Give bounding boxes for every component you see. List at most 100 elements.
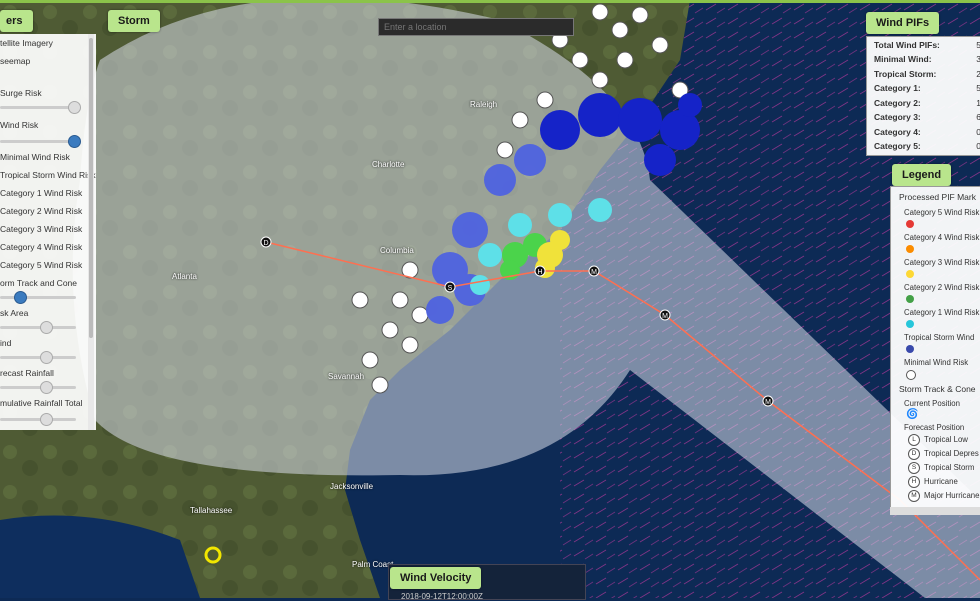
wind-pif-value-cat3: 6: [976, 112, 980, 122]
legend-forecast-major-hurricane: Major Hurricane: [924, 491, 980, 500]
place-label-atlanta: Atlanta: [172, 272, 197, 281]
forecast-icon-s: S: [908, 462, 920, 474]
legend-horizontal-scrollbar[interactable]: [890, 507, 980, 515]
wind-slider[interactable]: [0, 351, 76, 364]
legend-item-cat3: Category 3 Wind Risk: [904, 258, 980, 267]
legend-panel: Processed PIF Mark Category 5 Wind Risk …: [890, 186, 980, 512]
legend-swatch-cat2: [906, 295, 914, 303]
wind-slider-knob[interactable]: [40, 351, 53, 364]
layer-cumulative-rainfall-total[interactable]: mulative Rainfall Total: [0, 398, 83, 408]
legend-swatch-tropical-storm: [906, 345, 914, 353]
layer-risk-area[interactable]: sk Area: [0, 308, 28, 318]
legend-swatch-cat1: [906, 320, 914, 328]
wind-pif-value-cat2: 1: [976, 98, 980, 108]
layer-minimal-wind-risk[interactable]: Minimal Wind Risk: [0, 152, 70, 162]
layer-category-1-wind-risk[interactable]: Category 1 Wind Risk: [0, 188, 82, 198]
legend-item-cat4: Category 4 Wind Risk: [904, 233, 980, 242]
hurricane-icon: 🌀: [906, 409, 919, 420]
forecast-icon-m: M: [908, 490, 920, 502]
cumulative-rainfall-slider-knob[interactable]: [40, 413, 53, 426]
wind-velocity-timestamp: 2018-09-12T12:00:00Z: [401, 592, 483, 601]
legend-forecast-tropical-depression: Tropical Depres: [924, 449, 979, 458]
layer-category-4-wind-risk[interactable]: Category 4 Wind Risk: [0, 242, 82, 252]
storm-tab[interactable]: Storm: [108, 10, 160, 32]
wind-velocity-tab[interactable]: Wind Velocity: [390, 567, 482, 589]
place-label-raleigh: Raleigh: [470, 100, 498, 109]
legend-forecast-position: Forecast Position: [904, 423, 965, 432]
layer-wind[interactable]: ind: [0, 338, 11, 348]
layer-category-2-wind-risk[interactable]: Category 2 Wind Risk: [0, 206, 82, 216]
layer-wind-risk[interactable]: Wind Risk: [0, 120, 38, 130]
layer-storm-track-and-cone[interactable]: orm Track and Cone: [0, 278, 77, 288]
place-label-jacksonville: Jacksonville: [330, 482, 374, 491]
forecast-rainfall-slider-knob[interactable]: [40, 381, 53, 394]
legend-forecast-tropical-storm: Tropical Storm: [924, 463, 975, 472]
wind-pif-label-cat1: Category 1:: [874, 83, 921, 93]
layer-category-5-wind-risk[interactable]: Category 5 Wind Risk: [0, 260, 82, 270]
surge-risk-slider[interactable]: [0, 101, 81, 114]
track-marker-h-label: H: [537, 269, 542, 276]
track-marker-d-label: D: [263, 240, 268, 247]
wind-pif-label-cat2: Category 2:: [874, 98, 921, 108]
place-label-tallahassee: Tallahassee: [190, 506, 233, 515]
layer-basemap[interactable]: seemap: [0, 56, 30, 66]
storm-track-slider[interactable]: [0, 291, 76, 304]
place-label-savannah: Savannah: [328, 372, 365, 381]
top-accent-bar: [0, 0, 980, 3]
track-marker-m3-label: M: [765, 399, 771, 406]
track-marker-m2-label: M: [662, 313, 668, 320]
risk-area-slider-knob[interactable]: [40, 321, 53, 334]
layers-scrollbar-thumb[interactable]: [89, 38, 93, 338]
wind-pif-label-tropical: Tropical Storm:: [874, 69, 937, 79]
legend-item-tropical-storm: Tropical Storm Wind: [904, 333, 975, 342]
legend-item-cat2: Category 2 Wind Risk: [904, 283, 980, 292]
wind-pif-value-cat5: 0: [976, 141, 980, 151]
location-search-input[interactable]: [378, 18, 574, 36]
legend-swatch-minimal: [906, 370, 916, 380]
layer-surge-risk[interactable]: Surge Risk: [0, 88, 42, 98]
wind-risk-slider-knob[interactable]: [68, 135, 81, 148]
cumulative-rainfall-slider[interactable]: [0, 413, 76, 426]
wind-risk-slider[interactable]: [0, 135, 81, 148]
legend-item-cat5: Category 5 Wind Risk: [904, 208, 980, 217]
layers-tab[interactable]: ers: [0, 10, 33, 32]
map-canvas[interactable]: D S H M M M: [0, 0, 980, 598]
legend-forecast-tropical-low: Tropical Low: [924, 435, 968, 444]
wind-pif-label-cat3: Category 3:: [874, 112, 921, 122]
legend-current-position: Current Position: [904, 399, 960, 408]
risk-area-slider[interactable]: [0, 321, 76, 334]
wind-pifs-tab[interactable]: Wind PIFs: [866, 12, 940, 34]
legend-tab[interactable]: Legend: [892, 164, 952, 186]
legend-section-pif: Processed PIF Mark: [899, 192, 976, 202]
layers-scrollbar[interactable]: [88, 34, 94, 430]
wind-pif-value-cat1: 5: [976, 83, 980, 93]
legend-swatch-cat3: [906, 270, 914, 278]
wind-pif-value-cat4: 0: [976, 127, 980, 137]
place-label-columbia: Columbia: [380, 246, 414, 255]
layer-forecast-rainfall[interactable]: recast Rainfall: [0, 368, 54, 378]
legend-swatch-cat5: [906, 220, 914, 228]
wind-pif-value-tropical: 2: [976, 69, 980, 79]
layer-satellite-imagery[interactable]: tellite Imagery: [0, 38, 53, 48]
legend-item-cat1: Category 1 Wind Risk: [904, 308, 980, 317]
layer-tropical-storm-wind-risk[interactable]: Tropical Storm Wind Risk: [0, 170, 96, 180]
wind-pif-label-cat4: Category 4:: [874, 127, 921, 137]
legend-item-minimal: Minimal Wind Risk: [904, 358, 969, 367]
forecast-icon-l: L: [908, 434, 920, 446]
wind-pif-label-cat5: Category 5:: [874, 141, 921, 151]
legend-forecast-hurricane: Hurricane: [924, 477, 958, 486]
track-marker-m1-label: M: [591, 269, 597, 276]
track-marker-s-label: S: [448, 285, 453, 292]
layer-category-3-wind-risk[interactable]: Category 3 Wind Risk: [0, 224, 82, 234]
wind-pif-value-total: 5: [976, 40, 980, 50]
legend-swatch-cat4: [906, 245, 914, 253]
place-label-charlotte: Charlotte: [372, 160, 405, 169]
wind-pif-value-minimal: 3: [976, 54, 980, 64]
layers-panel: tellite Imagery seemap Surge Risk Wind R…: [0, 34, 96, 430]
wind-pif-label-total: Total Wind PIFs:: [874, 40, 940, 50]
surge-risk-slider-knob[interactable]: [68, 101, 81, 114]
storm-track-slider-knob[interactable]: [14, 291, 27, 304]
forecast-icon-h: H: [908, 476, 920, 488]
wind-pif-label-minimal: Minimal Wind:: [874, 54, 932, 64]
forecast-rainfall-slider[interactable]: [0, 381, 76, 394]
